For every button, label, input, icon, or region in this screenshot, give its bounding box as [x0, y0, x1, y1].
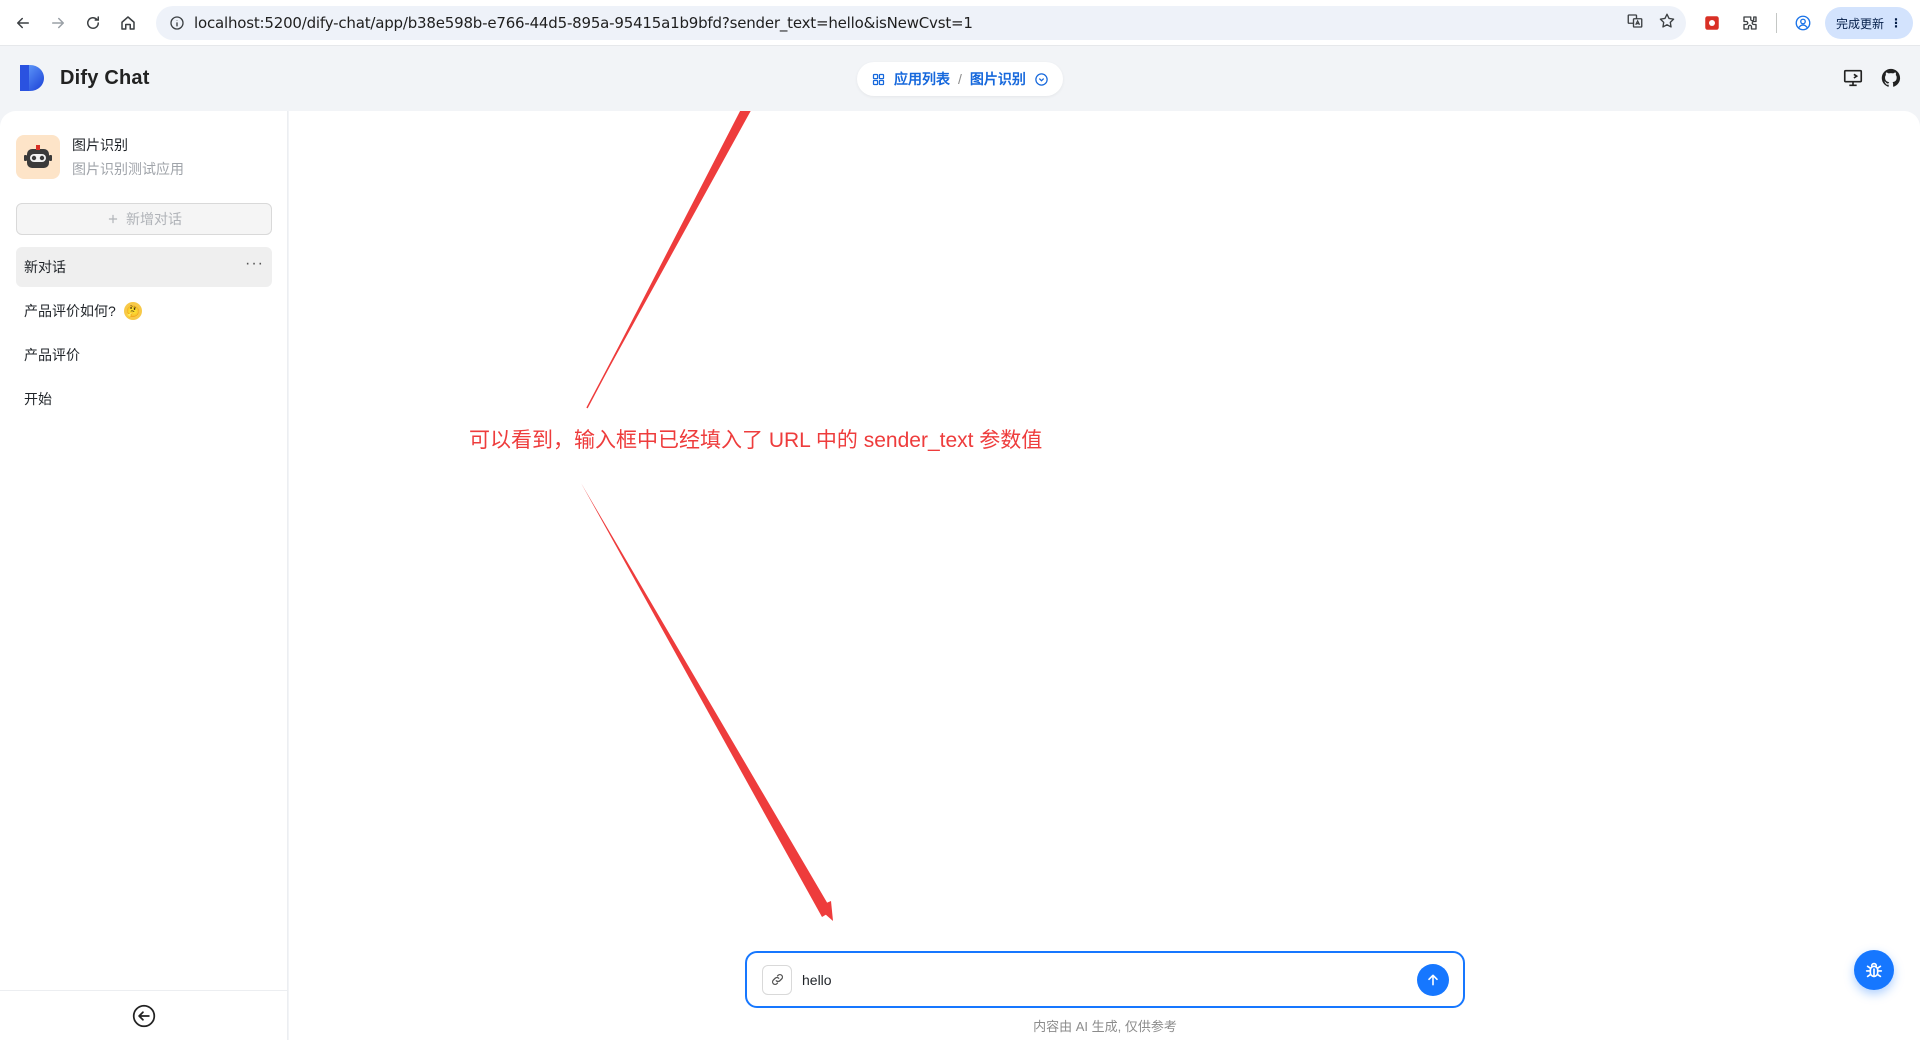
debug-button[interactable]	[1854, 950, 1894, 990]
reload-icon[interactable]	[78, 8, 108, 38]
url-text: localhost:5200/dify-chat/app/b38e598b-e7…	[194, 14, 973, 32]
annotation-arrows	[581, 111, 833, 921]
sidebar: 图片识别 图片识别测试应用 新增对话 新对话 ··· 产品评价如何? 🤔 产品评…	[0, 111, 288, 1040]
arrow-to-input-wedge	[581, 483, 832, 917]
conversation-item[interactable]: 开始	[16, 379, 272, 419]
arrow-to-url-path	[586, 111, 746, 409]
chevron-down-circle-icon[interactable]	[1034, 72, 1049, 87]
link-icon	[771, 974, 783, 985]
arrow-to-input-head	[817, 901, 833, 921]
extension-icon[interactable]	[1738, 11, 1762, 35]
breadcrumb-current-app[interactable]: 图片识别	[970, 69, 1026, 89]
new-chat-button[interactable]: 新增对话	[16, 203, 272, 235]
conversation-label: 产品评价如何?	[24, 303, 116, 319]
thinking-emoji-icon: 🤔	[123, 302, 142, 320]
collapse-sidebar-icon[interactable]	[131, 1003, 157, 1029]
attach-link-button[interactable]	[762, 964, 792, 995]
ai-disclaimer: 内容由 AI 生成, 仅供参考	[1033, 1019, 1177, 1034]
address-bar[interactable]: localhost:5200/dify-chat/app/b38e598b-e7…	[156, 6, 1686, 40]
browser-toolbar: localhost:5200/dify-chat/app/b38e598b-e7…	[0, 0, 1920, 46]
toolbar-divider	[1776, 13, 1777, 33]
menu-dots-icon: ⋮	[1890, 16, 1902, 30]
conversation-item[interactable]: 产品评价	[16, 335, 272, 375]
send-button[interactable]	[1417, 963, 1449, 996]
profile-icon[interactable]	[1791, 11, 1815, 35]
conversation-item-new[interactable]: 新对话 ···	[16, 247, 272, 287]
message-sender	[745, 951, 1465, 1008]
conversation-list: 新对话 ··· 产品评价如何? 🤔 产品评价 开始	[16, 247, 272, 423]
github-icon[interactable]	[1880, 67, 1902, 94]
conversation-label: 产品评价	[24, 347, 80, 363]
extension-red-icon[interactable]	[1700, 11, 1724, 35]
conversation-label: 开始	[24, 391, 52, 407]
back-icon[interactable]	[8, 8, 38, 38]
breadcrumb: 应用列表 / 图片识别	[857, 62, 1063, 96]
more-options-icon[interactable]: ···	[245, 256, 264, 272]
annotation-text: 可以看到，输入框中已经填入了 URL 中的 sender_text 参数值	[469, 429, 1043, 452]
brand[interactable]: Dify Chat	[18, 63, 150, 93]
bug-icon	[1865, 962, 1883, 978]
breadcrumb-apps-link[interactable]: 应用列表	[894, 69, 950, 89]
new-chat-label: 新增对话	[126, 211, 182, 227]
star-icon[interactable]	[1658, 12, 1676, 35]
chat-main: 可以看到，输入框中已经填入了 URL 中的 sender_text 参数值 内容…	[289, 111, 1920, 1040]
conversation-label: 新对话	[24, 259, 66, 275]
arrow-to-url-wedge	[587, 111, 751, 408]
plus-icon	[108, 214, 118, 224]
dify-logo-icon	[20, 65, 44, 91]
app-header: Dify Chat 应用列表 / 图片识别	[0, 47, 1920, 111]
app-name: 图片识别	[72, 137, 128, 153]
update-button[interactable]: 完成更新 ⋮	[1825, 7, 1913, 39]
breadcrumb-separator: /	[958, 71, 962, 87]
robot-icon	[24, 145, 52, 168]
translate-icon[interactable]	[1626, 12, 1644, 35]
forward-icon[interactable]	[43, 8, 73, 38]
apps-grid-icon	[872, 73, 885, 85]
home-icon[interactable]	[113, 8, 143, 38]
arrow-up-icon	[1428, 974, 1438, 985]
app-avatar	[16, 135, 60, 179]
message-input[interactable]	[802, 971, 1417, 988]
sidebar-footer	[0, 990, 288, 1040]
app-description: 图片识别测试应用	[72, 161, 184, 177]
app-info: 图片识别 图片识别测试应用	[16, 135, 184, 179]
update-label: 完成更新	[1835, 16, 1884, 31]
desktop-icon[interactable]	[1842, 67, 1864, 94]
brand-name: Dify Chat	[60, 66, 150, 89]
conversation-item[interactable]: 产品评价如何? 🤔	[16, 291, 272, 331]
info-icon[interactable]	[160, 6, 194, 40]
